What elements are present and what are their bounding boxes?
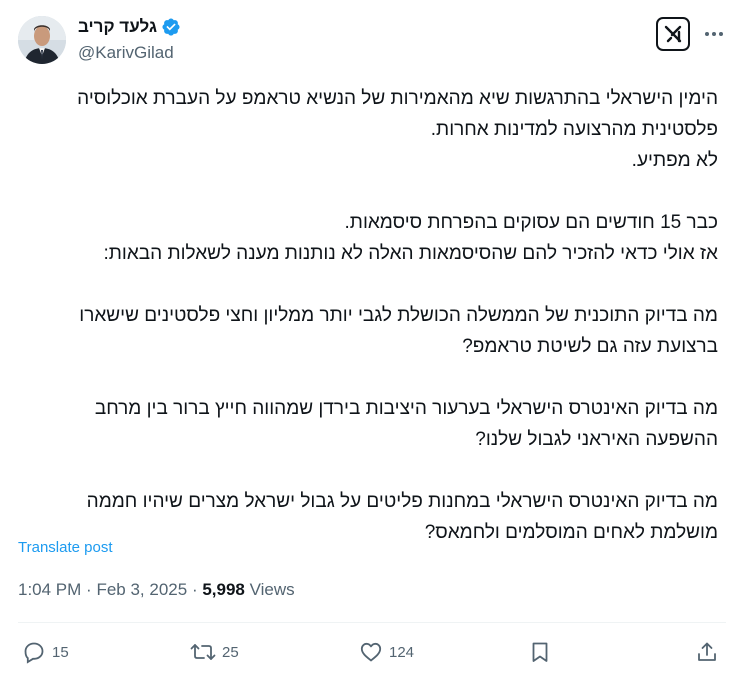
bookmark-icon — [528, 640, 552, 664]
post-header: גלעד קריב @KarivGilad — [18, 14, 726, 68]
like-count: 124 — [389, 643, 415, 661]
author-name-row: גלעד קריב — [78, 16, 181, 38]
share-button[interactable] — [695, 640, 719, 664]
avatar[interactable] — [18, 16, 66, 64]
reply-button[interactable]: 15 — [22, 640, 69, 664]
repost-icon — [190, 640, 216, 664]
more-icon[interactable] — [702, 22, 726, 46]
author-handle[interactable]: @KarivGilad — [78, 42, 181, 64]
bookmark-button[interactable] — [528, 640, 552, 664]
avatar-image — [18, 16, 66, 64]
divider — [18, 622, 726, 623]
meta-separator: · — [191, 580, 198, 599]
share-icon — [695, 640, 719, 664]
views-count: 5,998 — [202, 580, 245, 599]
repost-count: 25 — [222, 643, 239, 661]
post-text: הימין הישראלי בהתרגשות שיא מהאמירות של ה… — [77, 88, 718, 543]
translate-post-link[interactable]: Translate post — [18, 539, 113, 556]
author-info: גלעד קריב @KarivGilad — [78, 16, 181, 64]
meta-separator: · — [86, 580, 92, 599]
post-date[interactable]: Feb 3, 2025 — [96, 580, 187, 599]
action-bar: 15 25 124 — [18, 640, 726, 668]
reply-count: 15 — [52, 643, 69, 661]
author-display-name[interactable]: גלעד קריב — [78, 16, 157, 38]
heart-icon — [359, 640, 383, 664]
repost-button[interactable]: 25 — [190, 640, 239, 664]
views-label: Views — [249, 580, 295, 599]
like-button[interactable]: 124 — [359, 640, 414, 664]
reply-icon — [22, 640, 46, 664]
grok-icon[interactable] — [656, 17, 690, 51]
post-time[interactable]: 1:04 PM — [18, 580, 81, 599]
verified-badge-icon[interactable] — [161, 17, 181, 37]
post-metadata: 1:04 PM · Feb 3, 2025 · 5,998 Views — [18, 580, 295, 600]
